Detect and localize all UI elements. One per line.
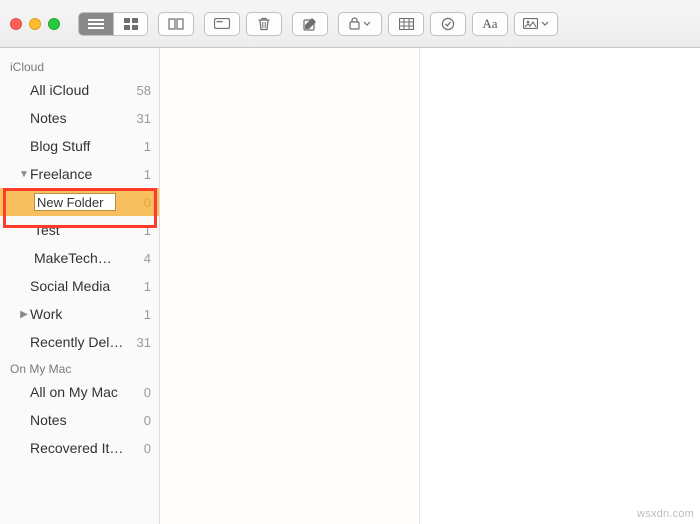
list-view-icon [88, 18, 104, 30]
checklist-button[interactable] [430, 12, 466, 36]
sidebar-folder-row[interactable]: Blog Stuff1 [0, 132, 159, 160]
folder-label: Social Media [30, 278, 140, 294]
folder-label: All iCloud [30, 82, 133, 98]
folder-count: 58 [133, 83, 151, 98]
grid-view-icon [124, 18, 138, 30]
folder-count: 31 [133, 335, 151, 350]
sidebar-folder-row[interactable]: ▶Work1 [0, 300, 159, 328]
content-area: iCloudAll iCloud58Notes31Blog Stuff1▼Fre… [0, 48, 700, 524]
sidebar-folder-row[interactable]: All on My Mac0 [0, 378, 159, 406]
folder-label: MakeTech… [34, 250, 140, 266]
trash-button[interactable] [246, 12, 282, 36]
folder-label: Blog Stuff [30, 138, 140, 154]
folder-count: 0 [140, 441, 151, 456]
sidebar-folder-row[interactable]: ▼Freelance1 [0, 160, 159, 188]
table-icon [399, 18, 414, 30]
sidebar-folder-row[interactable]: MakeTech…4 [0, 244, 159, 272]
trash-icon [258, 17, 270, 31]
folder-label: Recovered It… [30, 440, 140, 456]
folder-label: Test [34, 222, 140, 238]
card-button[interactable] [204, 12, 240, 36]
close-window-icon[interactable] [10, 18, 22, 30]
folder-label: Work [30, 306, 140, 322]
compose-icon [303, 17, 317, 31]
folder-count: 1 [140, 307, 151, 322]
folder-count: 1 [140, 139, 151, 154]
folder-name-input[interactable] [34, 193, 116, 211]
sidebar-folder-row[interactable]: All iCloud58 [0, 76, 159, 104]
folder-count: 0 [140, 195, 151, 210]
disclosure-open-icon[interactable]: ▼ [18, 169, 30, 180]
sidebar-folder-row[interactable]: Notes0 [0, 406, 159, 434]
note-body-pane[interactable] [420, 48, 700, 524]
folder-label: Recently Del… [30, 334, 133, 350]
sidebar: iCloudAll iCloud58Notes31Blog Stuff1▼Fre… [0, 48, 160, 524]
folder-count: 4 [140, 251, 151, 266]
folder-label: Notes [30, 412, 140, 428]
watermark: wsxdn.com [637, 508, 694, 520]
window-controls [10, 18, 60, 30]
folder-count: 1 [140, 279, 151, 294]
folder-label: All on My Mac [30, 384, 140, 400]
attachments-icon [168, 18, 184, 30]
folder-count: 1 [140, 167, 151, 182]
attachments-button[interactable] [158, 12, 194, 36]
sidebar-folder-row[interactable]: 0 [0, 188, 159, 216]
folder-count: 1 [140, 223, 151, 238]
format-button[interactable]: Aa [472, 12, 508, 36]
view-mode-segmented [78, 12, 148, 36]
sidebar-folder-row[interactable]: Social Media1 [0, 272, 159, 300]
card-icon [214, 18, 230, 29]
folder-count: 0 [140, 413, 151, 428]
toolbar: Aa [0, 0, 700, 48]
chevron-down-icon [541, 21, 549, 26]
folder-count: 31 [133, 111, 151, 126]
table-button[interactable] [388, 12, 424, 36]
lock-icon [349, 17, 360, 30]
media-button[interactable] [514, 12, 558, 36]
sidebar-section-header: On My Mac [0, 356, 159, 378]
sidebar-folder-row[interactable]: Recovered It…0 [0, 434, 159, 462]
folder-label: Freelance [30, 166, 140, 182]
sidebar-section-header: iCloud [0, 54, 159, 76]
lock-button[interactable] [338, 12, 382, 36]
sidebar-folder-row[interactable]: Recently Del…31 [0, 328, 159, 356]
folder-count: 0 [140, 385, 151, 400]
sidebar-folder-row[interactable]: Notes31 [0, 104, 159, 132]
chevron-down-icon [363, 21, 371, 26]
disclosure-closed-icon[interactable]: ▶ [18, 309, 30, 320]
compose-button[interactable] [292, 12, 328, 36]
format-icon: Aa [482, 16, 497, 32]
list-view-button[interactable] [79, 13, 113, 35]
checklist-icon [441, 17, 455, 31]
media-icon [523, 18, 538, 29]
grid-view-button[interactable] [113, 13, 147, 35]
fullscreen-window-icon[interactable] [48, 18, 60, 30]
minimize-window-icon[interactable] [29, 18, 41, 30]
folder-label: Notes [30, 110, 133, 126]
sidebar-folder-row[interactable]: Test1 [0, 216, 159, 244]
notes-list-pane[interactable] [160, 48, 420, 524]
